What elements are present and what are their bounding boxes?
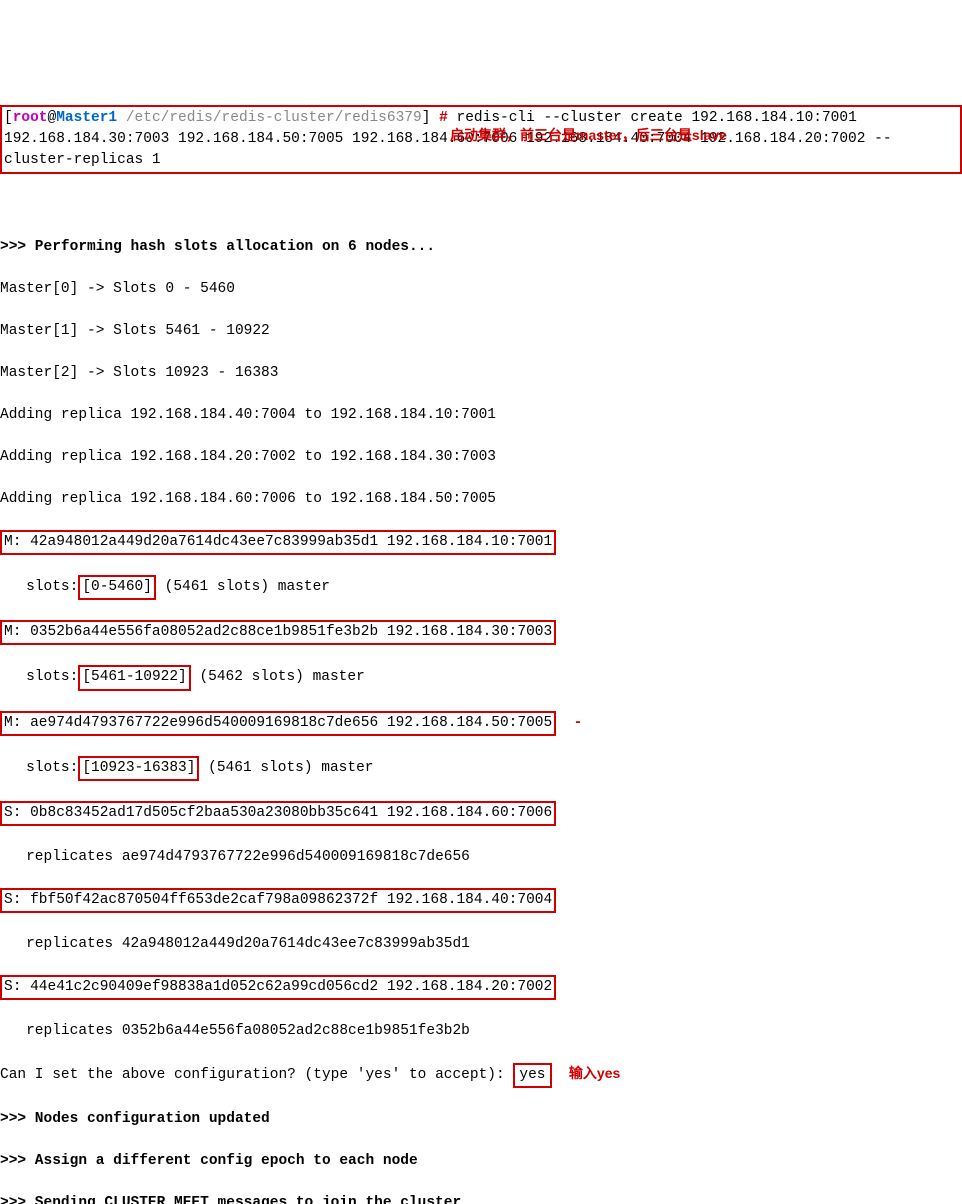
node-id-box: S: 44e41c2c90409ef98838a1d052c62a99cd056…: [0, 975, 556, 1000]
slots-box: [10923-16383]: [78, 756, 199, 781]
node-slots-line: slots:[0-5460] (5461 slots) master: [0, 576, 962, 600]
node-slots-line: slots:[10923-16383] (5461 slots) master: [0, 757, 962, 781]
node-id-box: M: 0352b6a44e556fa08052ad2c88ce1b9851fe3…: [0, 620, 556, 645]
slots-box: [5461-10922]: [78, 665, 190, 690]
hash-slots-header: >>> Performing hash slots allocation on …: [0, 237, 962, 258]
node-id-box: M: 42a948012a449d20a7614dc43ee7c83999ab3…: [0, 530, 556, 555]
footer-line: >>> Nodes configuration updated: [0, 1109, 962, 1130]
footer-line: >>> Assign a different config epoch to e…: [0, 1151, 962, 1172]
node-master-line: M: 42a948012a449d20a7614dc43ee7c83999ab3…: [0, 531, 962, 555]
node-id-box: M: ae974d4793767722e996d540009169818c7de…: [0, 711, 556, 736]
node-slave-line: S: 0b8c83452ad17d505cf2baa530a23080bb35c…: [0, 802, 962, 826]
prompt-hash: #: [439, 110, 448, 126]
prompt-path: /etc/redis/redis-cluster/redis6379: [126, 110, 422, 126]
prompt-at: @: [48, 110, 57, 126]
replica-add-line: Adding replica 192.168.184.60:7006 to 19…: [0, 489, 962, 510]
master-slot-line: Master[2] -> Slots 10923 - 16383: [0, 363, 962, 384]
command-block: [root@Master1 /etc/redis/redis-cluster/r…: [0, 84, 962, 216]
master-slot-line: Master[0] -> Slots 0 - 5460: [0, 279, 962, 300]
annotation-cluster: 启动集群，前三台是master，后三台是slave: [450, 125, 727, 145]
node-slave-line: S: 44e41c2c90409ef98838a1d052c62a99cd056…: [0, 976, 962, 1000]
confirm-line: Can I set the above configuration? (type…: [0, 1063, 962, 1088]
prompt-host: Master1: [56, 110, 117, 126]
confirm-input[interactable]: yes: [513, 1063, 551, 1088]
annotation-yes: 输入yes: [569, 1065, 620, 1081]
master-slot-line: Master[1] -> Slots 5461 - 10922: [0, 321, 962, 342]
node-replicates-line: replicates 42a948012a449d20a7614dc43ee7c…: [0, 934, 962, 955]
footer-line: >>> Sending CLUSTER MEET messages to joi…: [0, 1193, 962, 1204]
replica-add-line: Adding replica 192.168.184.20:7002 to 19…: [0, 447, 962, 468]
node-id-box: S: fbf50f42ac870504ff653de2caf798a098623…: [0, 888, 556, 913]
node-replicates-line: replicates 0352b6a44e556fa08052ad2c88ce1…: [0, 1021, 962, 1042]
confirm-question: Can I set the above configuration? (type…: [0, 1067, 513, 1083]
dash-annotation: -: [574, 715, 583, 731]
prompt-user: root: [13, 110, 48, 126]
node-id-box: S: 0b8c83452ad17d505cf2baa530a23080bb35c…: [0, 801, 556, 826]
node-replicates-line: replicates ae974d4793767722e996d54000916…: [0, 847, 962, 868]
node-slave-line: S: fbf50f42ac870504ff653de2caf798a098623…: [0, 889, 962, 913]
node-slots-line: slots:[5461-10922] (5462 slots) master: [0, 666, 962, 690]
slots-box: [0-5460]: [78, 575, 156, 600]
node-master-line: M: 0352b6a44e556fa08052ad2c88ce1b9851fe3…: [0, 621, 962, 645]
replica-add-line: Adding replica 192.168.184.40:7004 to 19…: [0, 405, 962, 426]
node-master-line: M: ae974d4793767722e996d540009169818c7de…: [0, 712, 962, 736]
